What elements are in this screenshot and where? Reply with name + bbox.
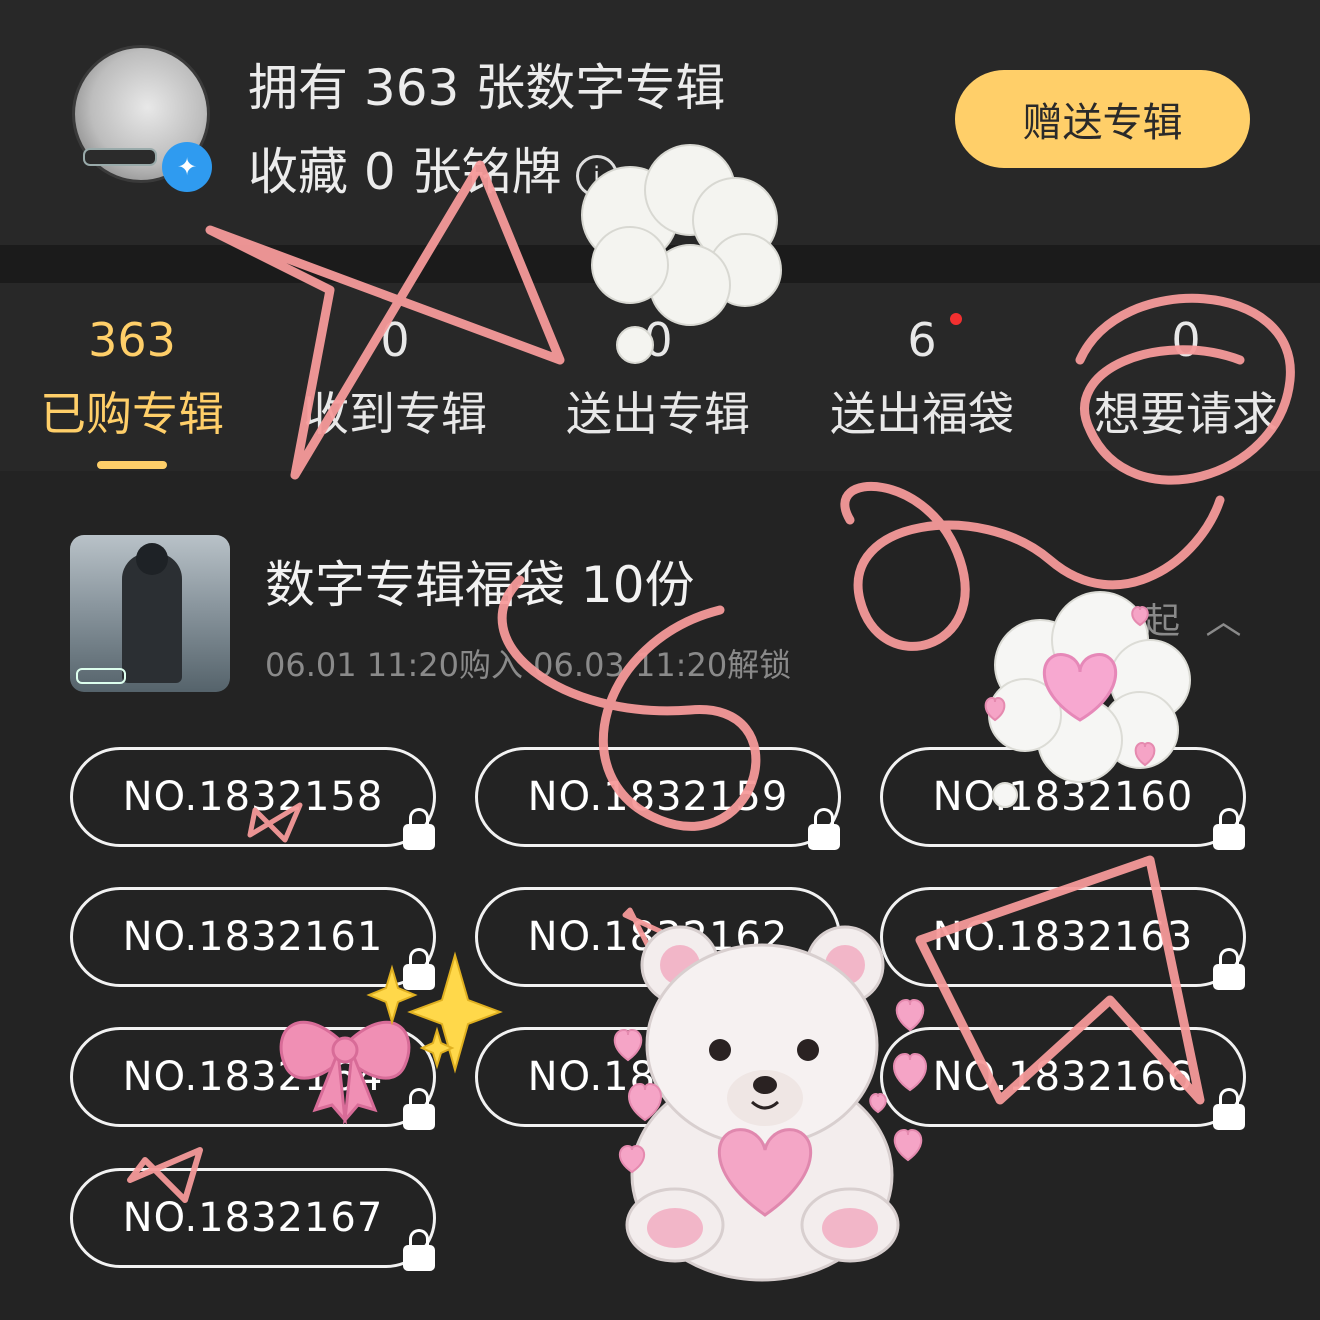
serial-number: NO.1832159 bbox=[527, 774, 789, 820]
serial-chip[interactable]: NO.1832161 bbox=[70, 887, 436, 990]
collapse-label: 收起 bbox=[1108, 601, 1181, 642]
tab-label: 已购专辑 bbox=[40, 387, 224, 441]
avatar-badge-band bbox=[83, 148, 157, 166]
tab-count: 363 bbox=[88, 313, 176, 367]
lock-icon bbox=[1213, 808, 1245, 850]
tab-count: 0 bbox=[1171, 313, 1201, 367]
collected-plates-text: 收藏 0 张铭牌 bbox=[248, 143, 562, 201]
owned-albums-text: 拥有 363 张数字专辑 bbox=[248, 59, 726, 117]
tab-count: 0 bbox=[643, 313, 673, 367]
serial-number: NO.1832161 bbox=[122, 914, 384, 960]
serial-chip[interactable]: NO.1832160 bbox=[880, 747, 1246, 850]
tab-label: 送出专辑 bbox=[566, 387, 750, 441]
serial-number: NO.1832165 bbox=[527, 1054, 789, 1100]
tab-bar: 363 已购专辑 0 收到专辑 0 送出专辑 6 送出福袋 0 想要请求 bbox=[0, 283, 1320, 471]
notification-dot bbox=[950, 313, 962, 325]
section-divider bbox=[0, 245, 1320, 283]
gift-album-button[interactable]: 赠送专辑 bbox=[955, 70, 1250, 168]
tab-count: 0 bbox=[380, 313, 410, 367]
active-tab-indicator bbox=[97, 461, 167, 469]
lock-icon bbox=[403, 948, 435, 990]
album-cover-image[interactable] bbox=[70, 535, 230, 692]
serial-chip[interactable]: NO.1832167 bbox=[70, 1168, 436, 1271]
pack-purchase-unlock-time: 06.01 11:20购入 06.03 11:20解锁 bbox=[265, 646, 792, 684]
serial-number: NO.1832160 bbox=[932, 774, 1194, 820]
serial-chip[interactable]: NO.1832166 bbox=[880, 1027, 1246, 1130]
serial-chip[interactable]: NO.1832164 bbox=[70, 1027, 436, 1130]
collapse-toggle[interactable]: 收起 ︿ bbox=[1108, 592, 1241, 644]
lock-icon bbox=[808, 1088, 840, 1130]
cover-logo bbox=[76, 668, 126, 684]
collected-plates-line: 收藏 0 张铭牌 i bbox=[248, 132, 618, 204]
lock-icon bbox=[808, 808, 840, 850]
tab-label: 收到专辑 bbox=[303, 387, 487, 441]
serial-number: NO.1832167 bbox=[122, 1195, 384, 1241]
serial-number: NO.1832162 bbox=[527, 914, 789, 960]
serial-chip[interactable]: NO.1832162 bbox=[475, 887, 841, 990]
lock-icon bbox=[808, 948, 840, 990]
pack-title: 数字专辑福袋 10份 bbox=[265, 556, 695, 614]
tab-count: 6 bbox=[907, 313, 937, 367]
profile-header: ✦ 拥有 363 张数字专辑 收藏 0 张铭牌 i 赠送专辑 bbox=[0, 0, 1320, 245]
info-icon[interactable]: i bbox=[575, 154, 618, 197]
serial-number: NO.1832163 bbox=[932, 914, 1194, 960]
serial-number: NO.1832166 bbox=[932, 1054, 1194, 1100]
serial-chip[interactable]: NO.1832158 bbox=[70, 747, 436, 850]
lock-icon bbox=[1213, 1088, 1245, 1130]
qq-icon: ✦ bbox=[162, 142, 212, 192]
chevron-up-icon: ︿ bbox=[1205, 601, 1242, 642]
cover-figure-head bbox=[136, 543, 168, 575]
lock-icon bbox=[403, 1088, 435, 1130]
tab-label: 想要请求 bbox=[1094, 387, 1278, 441]
lock-icon bbox=[1213, 948, 1245, 990]
tab-label: 送出福袋 bbox=[830, 387, 1014, 441]
lock-icon bbox=[403, 1229, 435, 1271]
serial-number: NO.1832164 bbox=[122, 1054, 384, 1100]
serial-chip[interactable]: NO.1832165 bbox=[475, 1027, 841, 1130]
lock-icon bbox=[403, 808, 435, 850]
serial-chip[interactable]: NO.1832159 bbox=[475, 747, 841, 850]
serial-chip[interactable]: NO.1832163 bbox=[880, 887, 1246, 990]
serial-number: NO.1832158 bbox=[122, 774, 384, 820]
